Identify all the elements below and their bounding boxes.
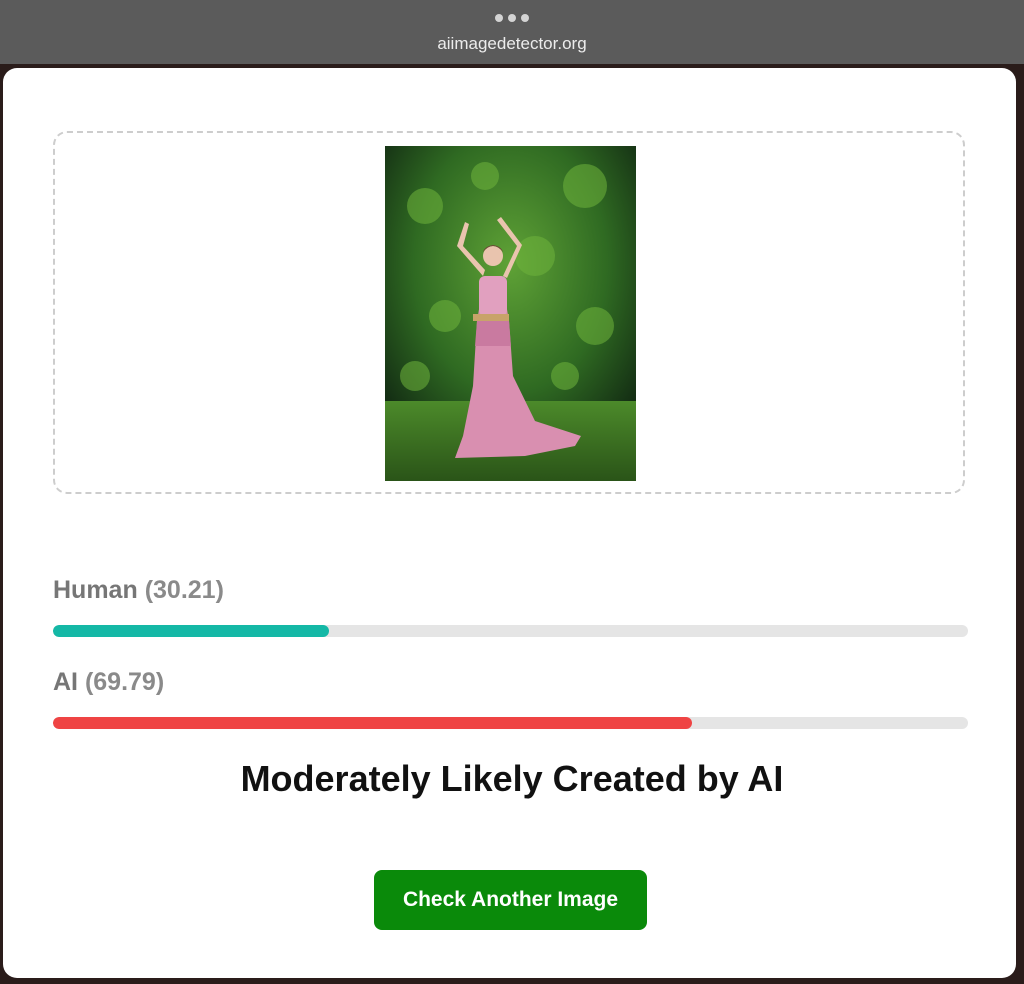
url-text[interactable]: aiimagedetector.org: [0, 34, 1024, 54]
browser-top-bar: aiimagedetector.org: [0, 0, 1024, 66]
human-score: (30.21): [144, 576, 224, 604]
ai-progress-track: [53, 717, 968, 729]
ai-score: (69.79): [84, 668, 165, 696]
human-label: Human (30.21): [53, 576, 224, 605]
more-dots-icon[interactable]: [492, 14, 532, 24]
human-progress-fill: [53, 625, 330, 637]
ai-label: AI (69.79): [53, 668, 164, 697]
ai-label-text: AI: [53, 668, 78, 696]
human-label-text: Human: [53, 576, 138, 604]
check-another-image-button[interactable]: Check Another Image: [374, 870, 647, 930]
ai-progress-fill: [53, 717, 692, 729]
human-progress-track: [53, 625, 968, 637]
uploaded-photo: [385, 146, 636, 481]
verdict-heading: Moderately Likely Created by AI: [240, 758, 784, 799]
